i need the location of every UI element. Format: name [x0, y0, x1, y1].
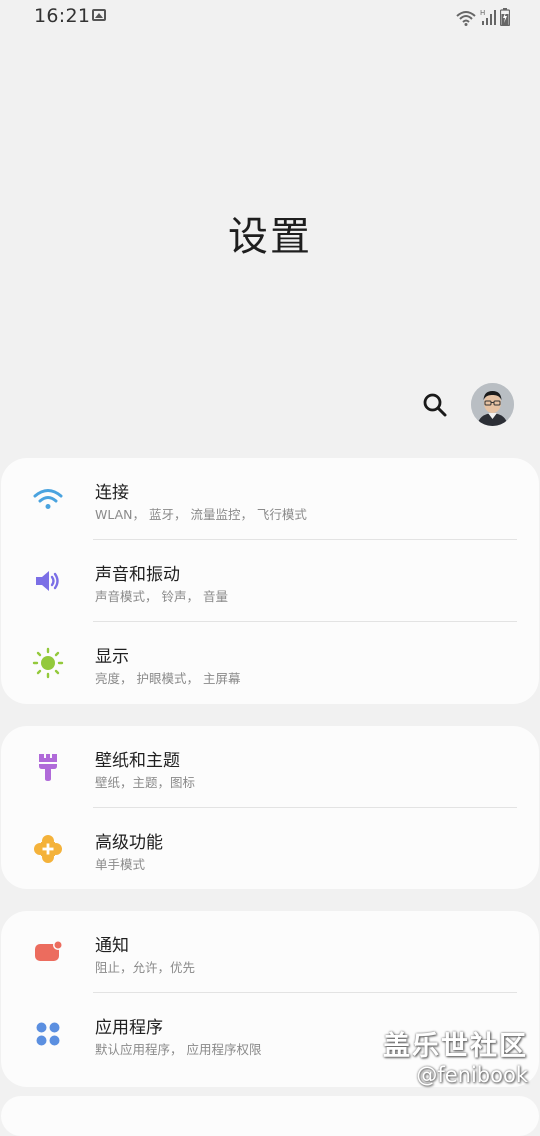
status-time: 16:21 [34, 5, 91, 27]
menu-item-display[interactable]: 显示 亮度， 护眼模式， 主屏幕 [1, 622, 539, 704]
menu-item-notifications[interactable]: 通知 阻止，允许，优先 [1, 911, 539, 993]
battery-charging-icon [500, 8, 510, 26]
menu-item-sound-vibration[interactable]: 声音和振动 声音模式， 铃声， 音量 [1, 540, 539, 622]
item-title: 高级功能 [95, 833, 163, 853]
settings-card-2: 壁纸和主题 壁纸，主题，图标 高级功能 单手模式 [1, 726, 539, 889]
item-title: 连接 [95, 483, 129, 503]
puzzle-plus-icon [31, 832, 65, 866]
item-subtitle: 声音模式， 铃声， 音量 [95, 589, 228, 604]
item-subtitle: 壁纸，主题，图标 [95, 775, 196, 790]
search-icon [423, 393, 447, 417]
account-avatar[interactable] [471, 383, 514, 426]
watermark-handle: @fenibook [416, 1063, 528, 1087]
speaker-icon [31, 564, 65, 598]
notification-icon [31, 935, 65, 969]
item-subtitle: 默认应用程序， 应用程序权限 [95, 1042, 262, 1057]
watermark-text: 盖乐世社区 [383, 1031, 528, 1062]
menu-item-wallpapers-themes[interactable]: 壁纸和主题 壁纸，主题，图标 [1, 726, 539, 808]
item-title: 应用程序 [95, 1018, 163, 1038]
avatar-image [471, 383, 514, 426]
item-subtitle: 单手模式 [95, 857, 146, 872]
item-subtitle: WLAN， 蓝牙， 流量监控， 飞行模式 [95, 507, 307, 522]
header: 设置 [0, 34, 540, 384]
apps-grid-icon [31, 1017, 65, 1051]
page-title: 设置 [228, 214, 312, 260]
menu-item-connections[interactable]: 连接 WLAN， 蓝牙， 流量监控， 飞行模式 [1, 458, 539, 540]
status-icons: H [456, 6, 510, 26]
menu-item-advanced-features[interactable]: 高级功能 单手模式 [1, 808, 539, 890]
paintbrush-icon [31, 750, 65, 784]
wifi-icon [31, 482, 65, 516]
item-title: 显示 [95, 647, 129, 667]
signal-icon: H [480, 9, 496, 25]
item-title: 壁纸和主题 [95, 751, 180, 771]
search-button[interactable] [418, 388, 452, 422]
settings-card-4-partial [1, 1096, 539, 1136]
gallery-notification-icon [92, 9, 106, 21]
item-title: 通知 [95, 936, 129, 956]
svg-text:H: H [480, 9, 485, 17]
wifi-status-icon [456, 11, 476, 26]
status-bar: 16:21 H [0, 0, 540, 34]
item-title: 声音和振动 [95, 565, 180, 585]
settings-card-1: 连接 WLAN， 蓝牙， 流量监控， 飞行模式 声音和振动 声音模式， 铃声， … [1, 458, 539, 704]
item-subtitle: 阻止，允许，优先 [95, 960, 196, 975]
item-subtitle: 亮度， 护眼模式， 主屏幕 [95, 671, 241, 686]
brightness-icon [31, 646, 65, 680]
